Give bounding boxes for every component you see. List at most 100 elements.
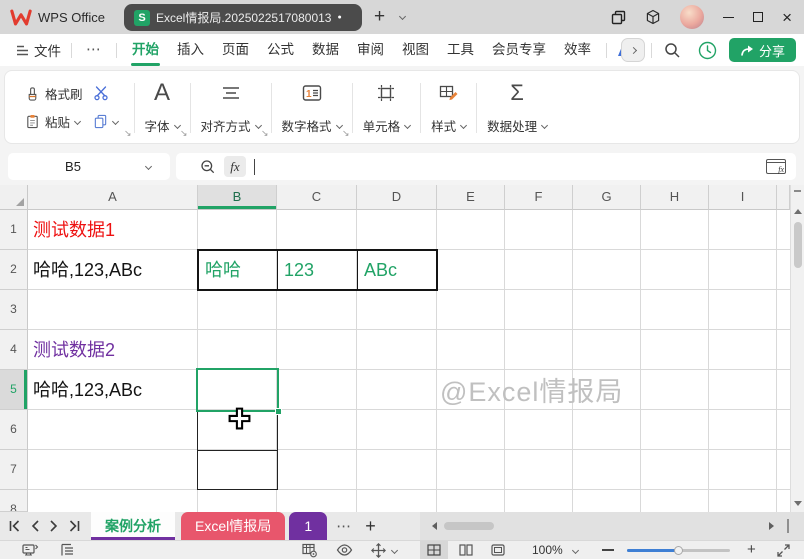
close-button[interactable]: × [782, 9, 792, 26]
row-header-8[interactable]: 8 [0, 490, 28, 512]
view-page-layout-button[interactable] [484, 541, 512, 559]
menu-item-formula[interactable]: 公式 [258, 34, 303, 66]
cell-a5[interactable]: 哈哈,123,ABc [33, 370, 142, 410]
add-sheet-button[interactable]: + [361, 516, 380, 537]
zoom-slider-thumb[interactable] [674, 546, 683, 555]
app-brand[interactable]: WPS Office [10, 0, 105, 34]
view-page-break-button[interactable] [452, 541, 480, 559]
col-header-h[interactable]: H [641, 185, 709, 210]
row-header-7[interactable]: 7 [0, 450, 28, 490]
sheet-tab-1[interactable]: 1 [289, 512, 327, 540]
name-box-input[interactable] [8, 158, 138, 175]
cell-a1[interactable]: 测试数据1 [33, 210, 115, 250]
cell-b2[interactable]: 哈哈 [205, 250, 241, 290]
sheet-last-button[interactable] [68, 520, 81, 532]
user-avatar[interactable] [680, 5, 704, 29]
font-group-button[interactable]: 字体 [145, 116, 180, 135]
macro-icon[interactable] [22, 543, 39, 557]
table-settings-icon[interactable] [302, 543, 318, 558]
vertical-scrollbar[interactable] [790, 185, 804, 512]
maximize-button[interactable] [753, 12, 763, 22]
insert-function-button[interactable]: fx [224, 156, 246, 177]
share-button[interactable]: 分享 [729, 38, 796, 62]
zoom-level[interactable]: 100% [532, 543, 563, 557]
menu-item-membership[interactable]: 会员专享 [483, 34, 555, 66]
zoom-out-button[interactable] [602, 549, 614, 551]
switch-window-icon[interactable] [611, 10, 626, 25]
scroll-right-arrow[interactable] [769, 522, 774, 530]
fullscreen-icon[interactable] [777, 544, 790, 557]
cell-a4[interactable]: 测试数据2 [33, 330, 115, 370]
vscroll-thumb[interactable] [794, 222, 802, 268]
minimize-button[interactable] [723, 17, 734, 18]
menu-item-efficiency[interactable]: 效率 [555, 34, 600, 66]
cells-group-button[interactable]: 单元格 [363, 116, 411, 135]
positioning-icon[interactable] [371, 543, 386, 558]
menu-item-tools[interactable]: 工具 [438, 34, 483, 66]
sync-history-icon[interactable] [698, 41, 717, 60]
expand-dialog-icon[interactable]: ↘ [124, 128, 132, 139]
zoom-in-button[interactable]: + [747, 541, 756, 559]
number-format-group-button[interactable]: 数字格式 [282, 116, 342, 135]
scroll-up-arrow[interactable] [794, 209, 802, 214]
menu-item-data[interactable]: 数据 [303, 34, 348, 66]
scroll-left-arrow[interactable] [432, 522, 437, 530]
data-processing-group-button[interactable]: 数据处理 [487, 116, 547, 135]
magnifier-icon[interactable] [200, 159, 216, 175]
select-all-corner[interactable] [0, 185, 28, 210]
more-sheets-button[interactable]: ⋯ [327, 517, 361, 535]
col-header-g[interactable]: G [573, 185, 641, 210]
tab-list-chevron-icon[interactable] [399, 13, 406, 20]
cell-d2[interactable]: ABc [364, 250, 397, 290]
expand-dialog-icon[interactable]: ↘ [180, 128, 188, 139]
expand-dialog-icon[interactable]: ↘ [261, 128, 269, 139]
split-handle[interactable] [794, 190, 801, 192]
row-header-5[interactable]: 5 [0, 370, 28, 410]
menu-item-review[interactable]: 审阅 [348, 34, 393, 66]
scrollbar-resize-handle[interactable] [787, 519, 789, 533]
sheet-next-button[interactable] [49, 520, 59, 532]
row-header-2[interactable]: 2 [0, 250, 28, 290]
menu-item-insert[interactable]: 插入 [168, 34, 213, 66]
copy-button[interactable] [93, 114, 118, 129]
sheet-tab-case-analysis[interactable]: 案例分析 [91, 512, 175, 540]
col-header-i[interactable]: I [709, 185, 777, 210]
col-header-stub[interactable] [777, 185, 790, 210]
cut-button[interactable] [93, 85, 118, 101]
col-header-a[interactable]: A [28, 185, 198, 210]
sheet-tab-excel-qingbaoju[interactable]: Excel情报局 [181, 512, 285, 540]
cell-a2[interactable]: 哈哈,123,ABc [33, 250, 142, 290]
col-header-f[interactable]: F [505, 185, 573, 210]
format-painter-button[interactable]: 格式刷 [25, 84, 83, 103]
alignment-group-button[interactable]: 对齐方式 [201, 116, 261, 135]
menu-item-home[interactable]: 开始 [123, 34, 168, 66]
view-normal-button[interactable] [420, 541, 448, 559]
formula-input[interactable] [263, 158, 788, 175]
outline-icon[interactable] [60, 543, 75, 557]
cell-c2[interactable]: 123 [284, 250, 314, 290]
col-header-b[interactable]: B [198, 185, 277, 210]
document-tab[interactable]: S Excel情报局.2025022517080013 ● [124, 4, 362, 31]
row-header-3[interactable]: 3 [0, 290, 28, 330]
expand-dialog-icon[interactable]: ↘ [342, 128, 350, 139]
new-tab-button[interactable]: + [374, 4, 385, 30]
hscroll-thumb[interactable] [444, 522, 494, 530]
zoom-slider[interactable] [627, 549, 730, 552]
file-menu[interactable]: 文件 [12, 34, 65, 66]
app-box-icon[interactable] [645, 9, 661, 25]
chevron-down-icon[interactable] [572, 547, 579, 554]
scroll-down-arrow[interactable] [794, 501, 802, 506]
horizontal-scrollbar[interactable] [420, 512, 804, 540]
expand-formula-bar-icon[interactable]: fx [766, 159, 786, 174]
row-header-1[interactable]: 1 [0, 210, 28, 250]
paste-button[interactable]: 粘贴 [25, 112, 83, 131]
row-header-6[interactable]: 6 [0, 410, 28, 450]
cells-area[interactable]: @Excel情报局 测试数据1 哈哈,123,ABc 测试数据2 哈哈,123,… [28, 210, 790, 512]
sheet-first-button[interactable] [8, 520, 21, 532]
chevron-down-icon[interactable] [145, 163, 152, 170]
fill-handle[interactable] [275, 408, 282, 415]
col-header-e[interactable]: E [437, 185, 505, 210]
chevron-down-icon[interactable] [391, 547, 398, 554]
styles-group-button[interactable]: 样式 [431, 116, 466, 135]
sheet-prev-button[interactable] [30, 520, 40, 532]
